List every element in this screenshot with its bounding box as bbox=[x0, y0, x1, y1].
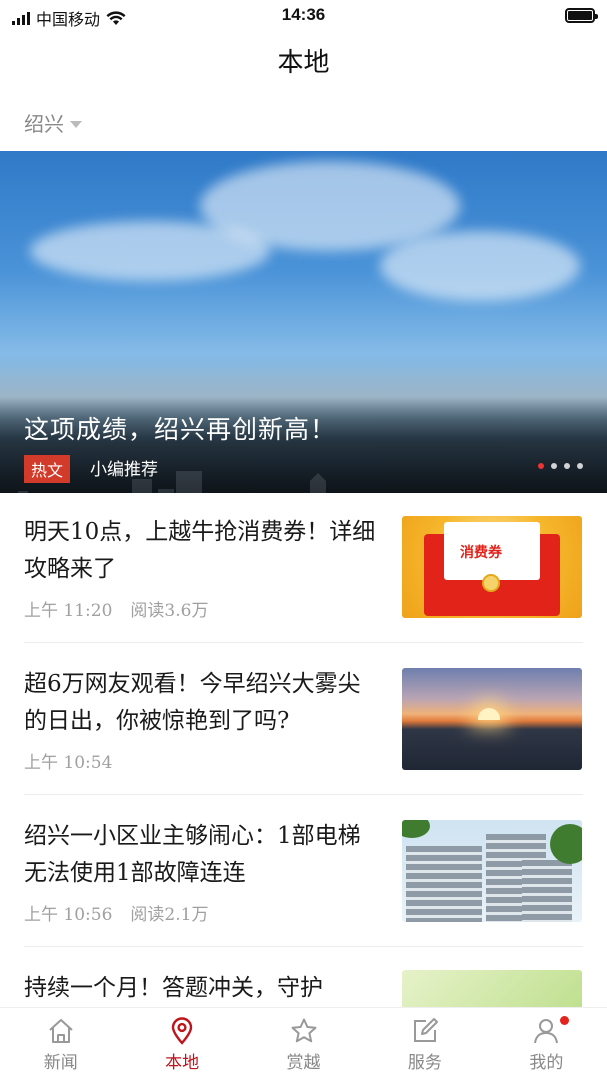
nav-item-news[interactable]: 新闻 bbox=[0, 1008, 121, 1080]
news-item[interactable]: 持续一个月！答题冲关，守护 bbox=[0, 966, 607, 1007]
news-title[interactable]: 持续一个月！答题冲关，守护 bbox=[24, 970, 380, 1007]
news-title[interactable]: 绍兴一小区业主够闹心：1部电梯无法使用1部故障连连 bbox=[24, 818, 380, 892]
banner-cloud bbox=[30, 221, 270, 281]
status-time: 14:36 bbox=[281, 5, 326, 24]
news-thumbnail[interactable]: 消费券 bbox=[402, 516, 582, 618]
building bbox=[522, 860, 572, 922]
thumbnail-label: 消费券 bbox=[460, 545, 502, 561]
news-meta: 上午 10:56 阅读2.1万 bbox=[24, 900, 208, 925]
caret-down-icon bbox=[70, 121, 82, 128]
tree bbox=[550, 824, 582, 864]
nav-label: 赏越 bbox=[286, 1053, 321, 1073]
carousel-dot[interactable] bbox=[538, 463, 544, 469]
notification-badge bbox=[559, 1016, 569, 1025]
hot-tag: 热文 bbox=[24, 455, 71, 483]
news-thumbnail[interactable] bbox=[402, 668, 582, 770]
news-time: 上午 10:54 bbox=[24, 753, 113, 773]
page-title: 本地 bbox=[277, 48, 330, 78]
nav-label: 新闻 bbox=[43, 1053, 78, 1073]
news-meta: 上午 11:20 阅读3.6万 bbox=[24, 596, 208, 621]
news-item[interactable]: 超6万网友观看！今早绍兴大雾尖的日出，你被惊艳到了吗? 上午 10:54 bbox=[0, 662, 607, 812]
bottom-nav: 新闻 本地 赏越 服务 我的 bbox=[0, 1007, 607, 1080]
news-thumbnail[interactable] bbox=[402, 820, 582, 922]
location-pin-icon bbox=[171, 1017, 193, 1045]
tree bbox=[402, 820, 430, 838]
carousel-dot[interactable] bbox=[551, 463, 557, 469]
news-thumbnail[interactable] bbox=[402, 970, 582, 1007]
news-reads: 阅读2.1万 bbox=[130, 905, 209, 925]
sunrise-sun bbox=[478, 708, 500, 720]
city-selector[interactable]: 绍兴 bbox=[24, 108, 82, 137]
divider bbox=[24, 946, 583, 947]
coin-icon bbox=[482, 574, 500, 592]
nav-label: 我的 bbox=[529, 1053, 564, 1073]
nav-label: 本地 bbox=[165, 1053, 200, 1073]
battery-icon bbox=[565, 8, 598, 23]
user-icon bbox=[534, 1019, 559, 1044]
news-time: 上午 11:20 bbox=[24, 601, 113, 621]
banner-title[interactable]: 这项成绩，绍兴再创新高！ bbox=[24, 410, 336, 446]
star-icon bbox=[291, 1018, 317, 1043]
news-time: 上午 10:56 bbox=[24, 905, 113, 925]
divider bbox=[24, 794, 583, 795]
nav-item-services[interactable]: 服务 bbox=[364, 1008, 485, 1080]
city-label: 绍兴 bbox=[24, 112, 64, 136]
nav-item-local[interactable]: 本地 bbox=[121, 1008, 242, 1080]
carousel-indicator[interactable] bbox=[538, 463, 583, 469]
carousel-dot[interactable] bbox=[577, 463, 583, 469]
news-meta: 上午 10:54 bbox=[24, 748, 112, 773]
nav-item-appreciate[interactable]: 赏越 bbox=[243, 1008, 364, 1080]
edit-icon bbox=[413, 1018, 438, 1042]
nav-label: 服务 bbox=[407, 1053, 442, 1073]
building bbox=[406, 846, 482, 922]
news-item[interactable]: 绍兴一小区业主够闹心：1部电梯无法使用1部故障连连 上午 10:56 阅读2.1万 bbox=[0, 814, 607, 964]
news-item[interactable]: 明天10点，上越牛抢消费券！详细攻略来了 上午 11:20 阅读3.6万 消费券 bbox=[0, 510, 607, 660]
news-title[interactable]: 超6万网友观看！今早绍兴大雾尖的日出，你被惊艳到了吗? bbox=[24, 666, 380, 740]
news-title[interactable]: 明天10点，上越牛抢消费券！详细攻略来了 bbox=[24, 514, 380, 588]
nav-item-mine[interactable]: 我的 bbox=[486, 1008, 607, 1080]
news-reads: 阅读3.6万 bbox=[130, 601, 209, 621]
banner-cloud bbox=[380, 231, 580, 301]
divider bbox=[24, 642, 583, 643]
carousel-dot[interactable] bbox=[564, 463, 570, 469]
banner-subtitle: 小编推荐 bbox=[90, 460, 158, 480]
status-bar: 中国移动 14:36 bbox=[0, 0, 607, 32]
home-icon bbox=[49, 1019, 73, 1043]
